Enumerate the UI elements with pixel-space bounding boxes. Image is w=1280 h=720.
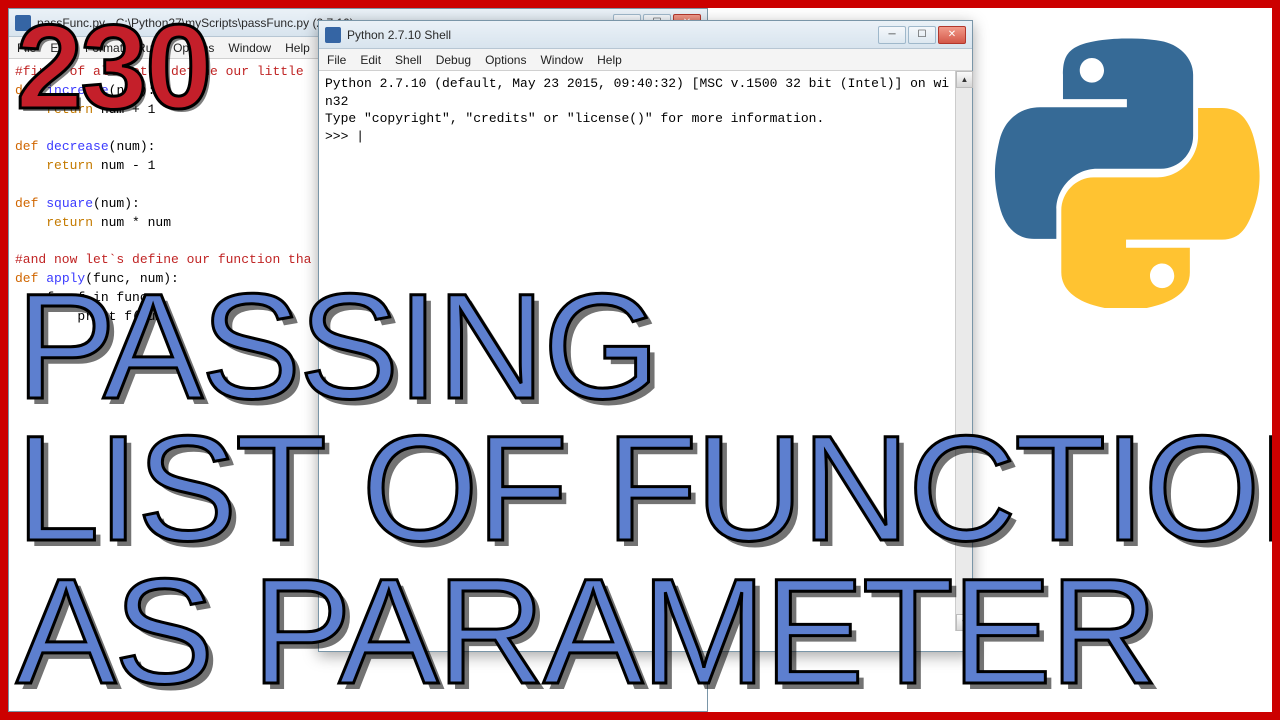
code-keyword: return [15,158,93,173]
menu-file[interactable]: File [327,53,346,67]
menu-help[interactable]: Help [597,53,622,67]
code-text: num * num [93,215,171,230]
code-text: (num): [93,196,140,211]
code-keyword: def [15,139,38,154]
thumbnail-frame: passFunc.py - C:\Python27\myScripts\pass… [8,8,1272,712]
title-line: AS PARAMETER [16,547,1156,713]
close-button[interactable]: ✕ [938,26,966,44]
code-text: (num): [109,139,156,154]
shell-menubar: File Edit Shell Debug Options Window Hel… [319,49,972,71]
shell-line: Python 2.7.10 (default, May 23 2015, 09:… [325,76,949,91]
code-text: num - 1 [93,158,155,173]
menu-edit[interactable]: Edit [360,53,381,67]
shell-prompt: >>> [325,129,356,144]
menu-help[interactable]: Help [285,41,310,55]
minimize-button[interactable]: ─ [878,26,906,44]
shell-titlebar[interactable]: Python 2.7.10 Shell ─ ☐ ✕ [319,21,972,49]
maximize-button[interactable]: ☐ [908,26,936,44]
episode-number: 230 [16,8,210,136]
shell-cursor: | [356,129,364,144]
app-icon [325,27,341,43]
window-buttons: ─ ☐ ✕ [878,26,966,44]
python-logo-icon [992,38,1262,308]
title-overlay: PASSING LIST OF FUNCTIONS AS PARAMETER [16,275,1272,703]
menu-window[interactable]: Window [228,41,271,55]
code-fn-name: decrease [46,139,108,154]
menu-options[interactable]: Options [485,53,526,67]
code-keyword: return [15,215,93,230]
menu-shell[interactable]: Shell [395,53,422,67]
menu-debug[interactable]: Debug [436,53,471,67]
code-keyword: def [15,196,38,211]
shell-output[interactable]: Python 2.7.10 (default, May 23 2015, 09:… [319,71,972,149]
code-fn-name: square [46,196,93,211]
menu-window[interactable]: Window [540,53,583,67]
shell-line: Type "copyright", "credits" or "license(… [325,111,824,126]
scroll-up-button[interactable]: ▲ [956,71,973,88]
shell-line: n32 [325,94,348,109]
shell-title: Python 2.7.10 Shell [347,28,872,42]
